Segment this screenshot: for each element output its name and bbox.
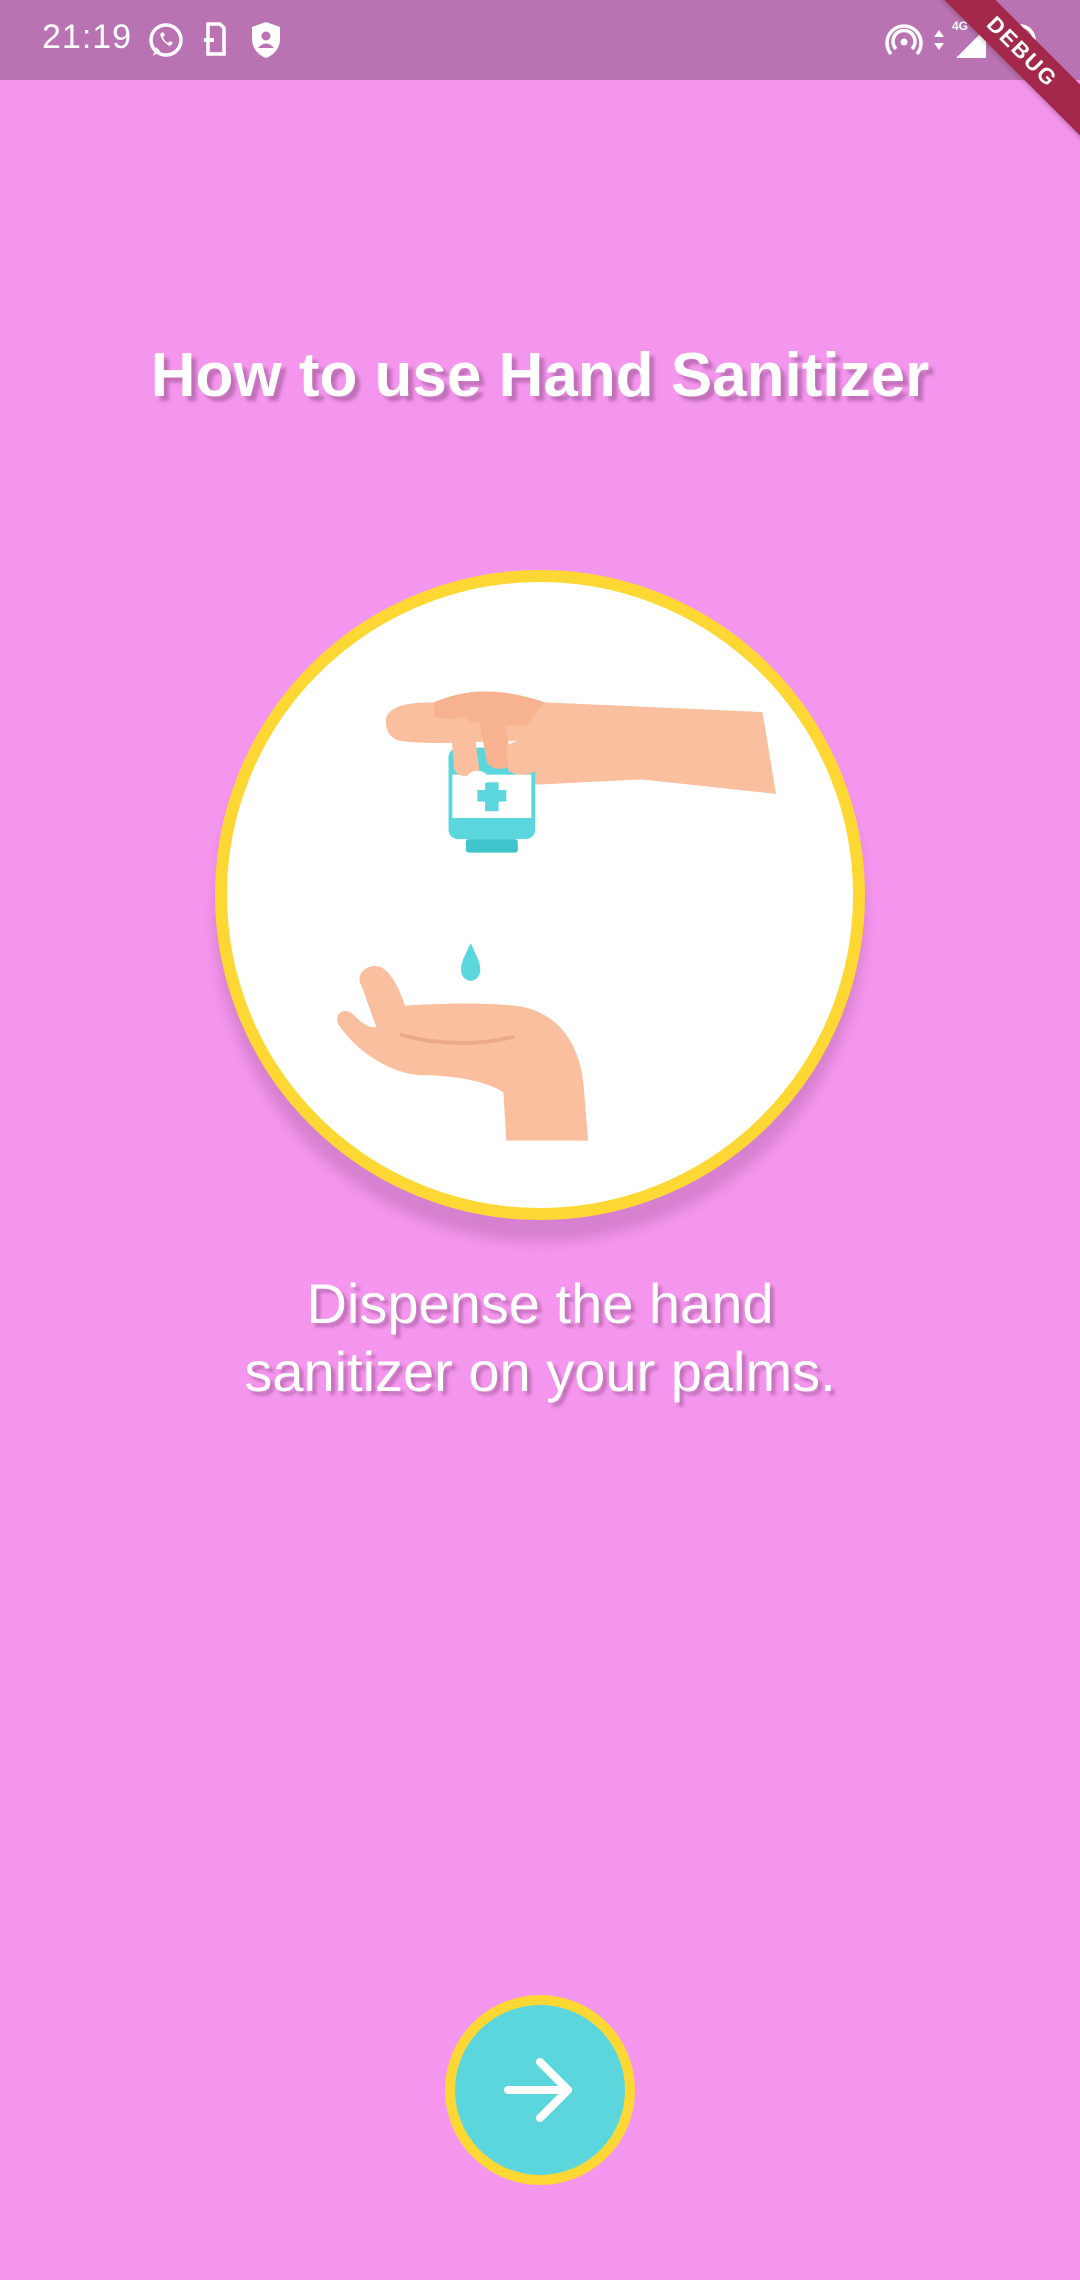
data-arrows-icon [930, 18, 948, 62]
illustration-circle [215, 570, 865, 1220]
instruction-text: Dispense the hand sanitizer on your palm… [244, 1272, 836, 1403]
hotspot-icon [884, 18, 924, 62]
next-button[interactable] [445, 1995, 635, 2185]
page-title: How to use Hand Sanitizer [150, 341, 930, 410]
whatsapp-icon [146, 18, 186, 62]
sim-transfer-icon [200, 18, 230, 62]
hand-dispensing-sanitizer-illustration [337, 691, 776, 1141]
app-screen: 21:19 4G DEBUG How to use Hand Sanitizer… [0, 0, 1080, 2280]
status-time: 21:19 [42, 18, 133, 56]
status-bar: 21:19 4G [0, 0, 1080, 80]
shield-person-icon [246, 18, 286, 62]
arrow-right-icon [504, 2058, 572, 2122]
